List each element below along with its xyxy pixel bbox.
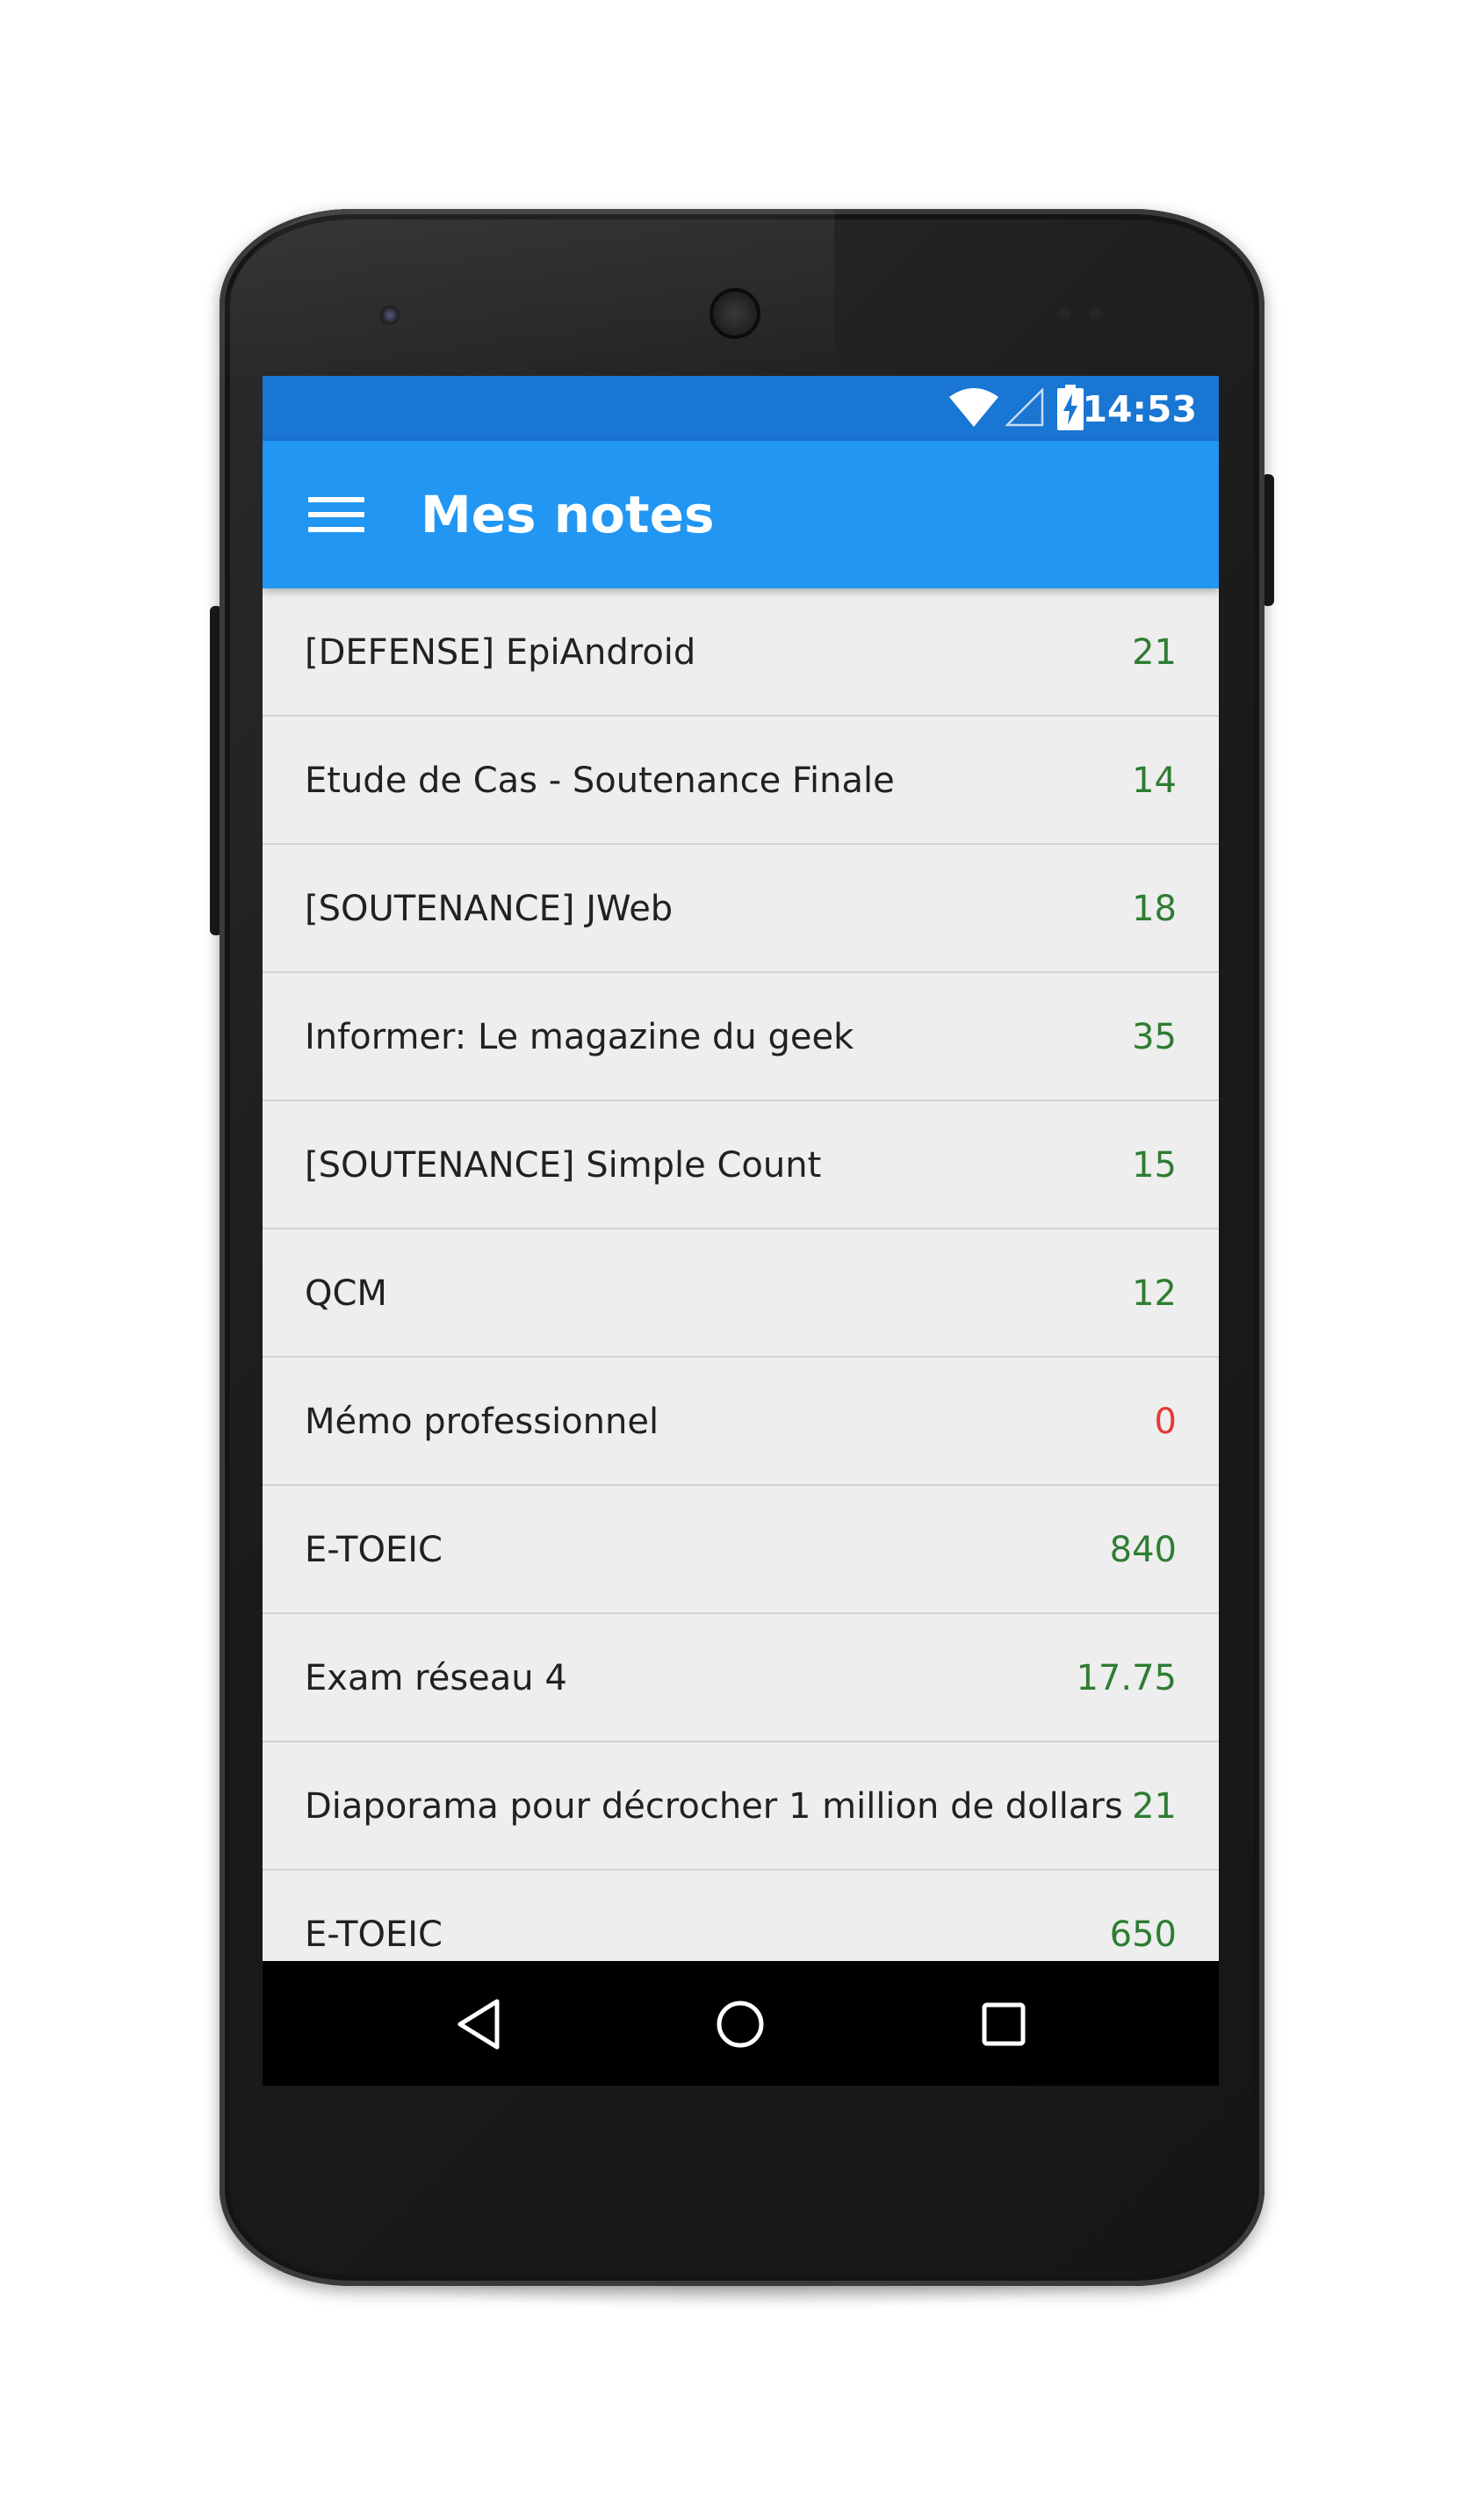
proximity-sensor — [1059, 307, 1071, 320]
home-icon[interactable] — [709, 1993, 772, 2056]
note-title: Mémo professionnel — [305, 1402, 659, 1442]
note-grade: 840 — [1109, 1530, 1177, 1570]
note-grade: 14 — [1132, 761, 1177, 801]
note-grade: 12 — [1132, 1273, 1177, 1314]
wifi-icon — [949, 388, 998, 427]
note-title: E-TOEIC — [305, 1914, 443, 1955]
hamburger-menu-icon[interactable] — [308, 497, 364, 532]
list-item[interactable]: [DEFENSE] EpiAndroid 21 — [263, 588, 1219, 717]
list-item[interactable]: [SOUTENANCE] Simple Count 15 — [263, 1101, 1219, 1229]
note-title: [SOUTENANCE] JWeb — [305, 889, 674, 929]
note-title: QCM — [305, 1273, 387, 1314]
list-item[interactable]: Etude de Cas - Soutenance Finale 14 — [263, 717, 1219, 845]
note-grade: 15 — [1132, 1145, 1177, 1186]
page-title: Mes notes — [421, 485, 715, 544]
note-grade: 35 — [1132, 1017, 1177, 1057]
battery-charging-icon — [1057, 385, 1084, 430]
note-grade: 650 — [1109, 1914, 1177, 1955]
list-item[interactable]: E-TOEIC 840 — [263, 1486, 1219, 1614]
status-bar: 14:53 — [263, 376, 1219, 441]
cellular-signal-icon — [1005, 388, 1044, 427]
note-grade: 0 — [1154, 1402, 1177, 1442]
note-title: E-TOEIC — [305, 1530, 443, 1570]
list-item[interactable]: Diaporama pour décrocher 1 million de do… — [263, 1742, 1219, 1871]
recents-icon[interactable] — [972, 1993, 1035, 2056]
note-title: Etude de Cas - Soutenance Finale — [305, 761, 895, 801]
list-item[interactable]: E-TOEIC 650 — [263, 1871, 1219, 1961]
note-grade: 21 — [1132, 632, 1177, 673]
back-icon[interactable] — [446, 1993, 509, 2056]
phone-screen: 14:53 Mes notes [DEFENSE] EpiAndroid 21 … — [263, 376, 1219, 2086]
list-item[interactable]: Informer: Le magazine du geek 35 — [263, 973, 1219, 1101]
light-sensor — [1089, 307, 1101, 320]
list-item[interactable]: Exam réseau 4 17.75 — [263, 1614, 1219, 1742]
note-title: Informer: Le magazine du geek — [305, 1017, 854, 1057]
status-time: 14:53 — [1082, 388, 1197, 430]
note-title: Diaporama pour décrocher 1 million de do… — [305, 1786, 1123, 1827]
app-bar: Mes notes — [263, 441, 1219, 588]
front-camera — [380, 306, 400, 325]
notes-list[interactable]: [DEFENSE] EpiAndroid 21 Etude de Cas - S… — [263, 588, 1219, 1961]
note-title: Exam réseau 4 — [305, 1658, 567, 1698]
navigation-bar — [263, 1961, 1219, 2086]
note-grade: 17.75 — [1076, 1658, 1177, 1698]
note-title: [SOUTENANCE] Simple Count — [305, 1145, 822, 1186]
note-grade: 18 — [1132, 889, 1177, 929]
list-item[interactable]: QCM 12 — [263, 1229, 1219, 1358]
note-title: [DEFENSE] EpiAndroid — [305, 632, 696, 673]
list-item[interactable]: [SOUTENANCE] JWeb 18 — [263, 845, 1219, 973]
list-item[interactable]: Mémo professionnel 0 — [263, 1358, 1219, 1486]
note-grade: 21 — [1132, 1786, 1177, 1827]
earpiece-speaker — [710, 288, 760, 339]
